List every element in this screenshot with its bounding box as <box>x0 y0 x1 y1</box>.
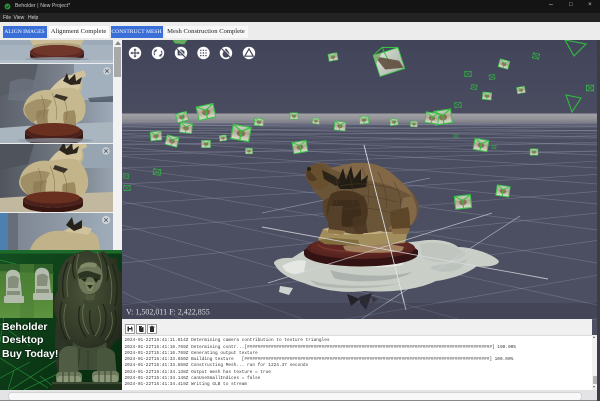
svg-text:V: 1,502,011 F: 2,422,855: V: 1,502,011 F: 2,422,855 <box>126 308 210 317</box>
svg-text:Buy Today!: Buy Today! <box>2 348 58 360</box>
svg-text:Beholder: Beholder <box>2 321 48 333</box>
svg-text:Desktop: Desktop <box>2 334 43 346</box>
